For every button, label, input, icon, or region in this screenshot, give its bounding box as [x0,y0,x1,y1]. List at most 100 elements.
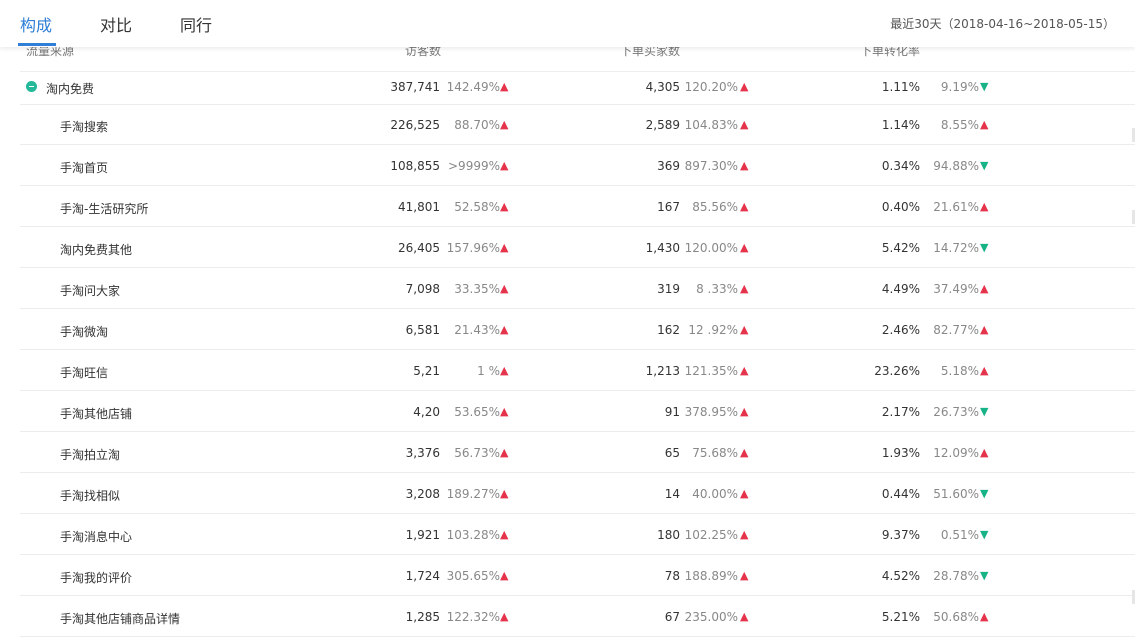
arrow-up-icon: ▲ [500,200,509,213]
table-row[interactable]: 手淘搜索 226,525 88.70% ▲ 2,589 104.83% ▲ 1.14% 8.55… [20,104,1135,145]
arrow-up-icon: ▲ [980,118,989,131]
buyers-change: 188.89% [684,569,738,583]
arrow-up-icon: ▲ [740,241,749,254]
visitors-value: 5,21 [413,364,440,378]
conversion-change: 12.09% [933,446,979,460]
buyers-change: 120.20% [684,80,738,94]
conversion-change: 26.73% [933,405,979,419]
visitors-value: 3,208 [405,487,440,501]
source-name: 淘内免费其他 [60,243,133,257]
conversion-value: 2.17% [881,405,920,419]
arrow-up-icon: ▲ [500,241,509,254]
table-row[interactable]: 手淘-生活研究所 41,801 52.58% ▲ 167 85.56% ▲ 0.40% 21.6… [20,186,1135,227]
table-row[interactable]: 手淘旺信 5,21 1 % ▲ 1,213 121.35% ▲ 23.26% 5.18% ▲ [20,350,1135,391]
source-name: 手淘微淘 [60,325,109,339]
source-name: 手淘旺信 [60,366,109,380]
table-row[interactable]: 手淘消息中心 1,921 103.28% ▲ 180 102.25% ▲ 9.37% 0.51%… [20,514,1135,555]
buyers-change: 85.56% [692,200,738,214]
conversion-value: 23.26% [874,364,920,378]
arrow-up-icon: ▲ [500,282,509,295]
buyers-value: 67 [664,610,680,624]
conversion-value: 1.14% [881,118,920,132]
visitors-change: 52.58% [454,200,500,214]
visitors-change: 1 % [477,364,500,378]
buyers-change: 8 .33% [696,282,738,296]
arrow-up-icon: ▲ [980,610,989,623]
table-row[interactable]: 手淘首页 108,855 >9999% ▲ 369 897.30% ▲ 0.34% 94.88%… [20,145,1135,186]
conversion-value: 1.93% [881,446,920,460]
source-name: 手淘消息中心 [60,530,133,544]
conversion-change: 28.78% [933,569,979,583]
buyers-value: 65 [664,446,680,460]
conversion-change: 14.72% [933,241,979,255]
collapse-icon[interactable] [26,81,37,92]
arrow-up-icon: ▲ [500,364,509,377]
tab-peers[interactable]: 同行 [180,12,212,36]
buyers-value: 319 [657,282,680,296]
date-range-selector[interactable]: 最近30天（2018-04-16~2018-05-15） [890,15,1115,32]
arrow-down-icon: ▼ [980,159,989,172]
table-row-group[interactable]: 淘内免费 387,741 142.49% ▲ 4,305 120.20% ▲ 1.11% 9.1… [20,72,1135,105]
arrow-down-icon: ▼ [980,80,989,93]
conversion-change: 51.60% [933,487,979,501]
visitors-change: 157.96% [446,241,500,255]
buyers-value: 91 [664,405,680,419]
buyers-value: 4,305 [645,80,680,94]
arrow-up-icon: ▲ [740,159,749,172]
source-name: 手淘其他店铺商品详情 [60,612,181,626]
arrow-up-icon: ▲ [500,80,509,93]
arrow-up-icon: ▲ [740,200,749,213]
arrow-down-icon: ▼ [980,405,989,418]
visitors-change: 305.65% [446,569,500,583]
arrow-up-icon: ▲ [740,118,749,131]
arrow-up-icon: ▲ [740,80,749,93]
visitors-change: 21.43% [454,323,500,337]
visitors-value: 4,20 [413,405,440,419]
source-name: 手淘-生活研究所 [60,202,149,216]
visitors-change: 33.35% [454,282,500,296]
visitors-value: 26,405 [398,241,440,255]
buyers-change: 120.00% [684,241,738,255]
arrow-up-icon: ▲ [740,364,749,377]
conversion-change: 21.61% [933,200,979,214]
visitors-value: 41,801 [398,200,440,214]
source-name: 手淘我的评价 [60,571,133,585]
table-row[interactable]: 手淘找相似 3,208 189.27% ▲ 14 40.00% ▲ 0.44% 51.60% ▼ [20,473,1135,514]
top-bar: 构成 对比 同行 最近30天（2018-04-16~2018-05-15） [0,0,1135,47]
arrow-up-icon: ▲ [740,323,749,336]
arrow-up-icon: ▲ [980,364,989,377]
table-row[interactable]: 手淘其他店铺商品详情 1,285 122.32% ▲ 67 235.00% ▲ 5.21% 50… [20,596,1135,637]
conversion-change: 82.77% [933,323,979,337]
buyers-change: 12 .92% [688,323,738,337]
arrow-up-icon: ▲ [500,610,509,623]
table-row[interactable]: 淘内免费其他 26,405 157.96% ▲ 1,430 120.00% ▲ 5.42% 14… [20,227,1135,268]
visitors-change: 142.49% [446,80,500,94]
table-row[interactable]: 手淘我的评价 1,724 305.65% ▲ 78 188.89% ▲ 4.52% 28.78%… [20,555,1135,596]
arrow-up-icon: ▲ [500,159,509,172]
tab-composition[interactable]: 构成 [20,12,52,36]
arrow-up-icon: ▲ [740,446,749,459]
arrow-up-icon: ▲ [980,282,989,295]
table-row[interactable]: 手淘拍立淘 3,376 56.73% ▲ 65 75.68% ▲ 1.93% 12.09% ▲ [20,432,1135,473]
buyers-value: 180 [657,528,680,542]
source-name: 手淘搜索 [60,120,109,134]
visitors-value: 3,376 [405,446,440,460]
source-name: 手淘拍立淘 [60,448,121,462]
visitors-value: 108,855 [390,159,440,173]
buyers-value: 1,430 [645,241,680,255]
arrow-up-icon: ▲ [740,405,749,418]
arrow-up-icon: ▲ [980,323,989,336]
tab-compare[interactable]: 对比 [100,12,132,36]
conversion-value: 0.44% [881,487,920,501]
visitors-value: 1,724 [405,569,440,583]
source-name: 手淘找相似 [60,489,121,503]
arrow-up-icon: ▲ [500,118,509,131]
table-row[interactable]: 手淘问大家 7,098 33.35% ▲ 319 8 .33% ▲ 4.49% 37.49% ▲ [20,268,1135,309]
buyers-value: 2,589 [645,118,680,132]
arrow-up-icon: ▲ [980,446,989,459]
table-row[interactable]: 手淘微淘 6,581 21.43% ▲ 162 12 .92% ▲ 2.46% 82.77% ▲ [20,309,1135,350]
visitors-value: 7,098 [405,282,440,296]
table-row[interactable]: 手淘其他店铺 4,20 53.65% ▲ 91 378.95% ▲ 2.17% 26.73% ▼ [20,391,1135,432]
buyers-change: 897.30% [684,159,738,173]
buyers-change: 104.83% [684,118,738,132]
